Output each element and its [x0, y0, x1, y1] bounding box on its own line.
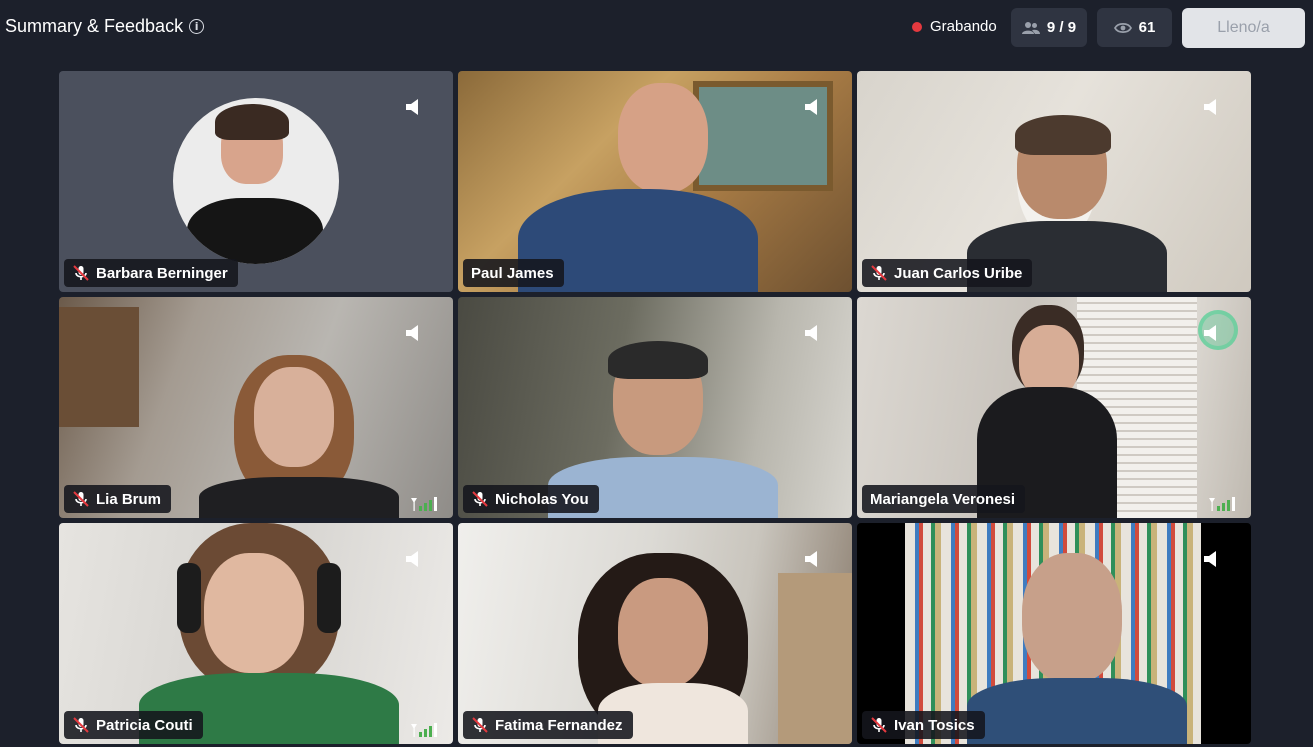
participant-name-tag: Nicholas You	[463, 485, 599, 513]
participants-button[interactable]: 9 / 9	[1011, 8, 1087, 47]
participant-name: Fatima Fernandez	[495, 716, 623, 734]
full-button[interactable]: Lleno/a	[1182, 8, 1305, 48]
speaker-icon[interactable]	[405, 324, 421, 342]
participant-name-tag: Juan Carlos Uribe	[862, 259, 1033, 287]
participant-tile[interactable]: Mariangela Veronesi	[857, 297, 1251, 518]
participant-name-tag: Mariangela Veronesi	[862, 485, 1026, 513]
meeting-title-text: Summary & Feedback	[5, 16, 184, 36]
participant-tile[interactable]: Fatima Fernandez	[458, 523, 852, 744]
viewers-button[interactable]: 61	[1097, 8, 1172, 47]
speaker-icon[interactable]	[1203, 550, 1219, 568]
participant-name-tag: Fatima Fernandez	[463, 711, 633, 739]
people-icon	[1021, 21, 1040, 34]
avatar	[173, 98, 339, 264]
speaker-icon[interactable]	[804, 98, 820, 116]
participant-tile[interactable]: Paul James	[458, 71, 852, 292]
participant-name: Lia Brum	[96, 490, 162, 508]
participant-tile[interactable]: Juan Carlos Uribe	[857, 71, 1251, 292]
participant-name: Paul James	[471, 264, 554, 282]
video-grid: Barbara Berninger Paul James Juan Carlos…	[59, 71, 1251, 744]
signal-strength-icon	[411, 723, 437, 737]
viewers-count: 61	[1138, 19, 1156, 36]
participants-count: 9 / 9	[1046, 19, 1077, 36]
eye-icon	[1113, 22, 1132, 33]
mic-muted-icon	[871, 265, 887, 281]
recording-dot-icon	[912, 21, 922, 32]
participant-name: Barbara Berninger	[96, 264, 228, 282]
speaker-icon[interactable]	[405, 550, 421, 568]
recording-indicator: Grabando	[912, 18, 997, 35]
speaker-icon[interactable]	[1203, 98, 1219, 116]
participant-name-tag: Lia Brum	[64, 485, 172, 513]
recording-label: Grabando	[930, 18, 997, 35]
speaker-icon[interactable]	[804, 324, 820, 342]
participant-name: Patricia Couti	[96, 716, 193, 734]
mic-muted-icon	[472, 717, 488, 733]
speaker-icon[interactable]	[1203, 324, 1219, 342]
mic-muted-icon	[73, 265, 89, 281]
participant-name: Juan Carlos Uribe	[894, 264, 1023, 282]
participant-tile[interactable]: Ivan Tosics	[857, 523, 1251, 744]
mic-muted-icon	[73, 491, 89, 507]
participant-tile[interactable]: Lia Brum	[59, 297, 453, 518]
participant-name-tag: Barbara Berninger	[64, 259, 238, 287]
participant-name: Nicholas You	[495, 490, 589, 508]
participant-name-tag: Paul James	[463, 259, 564, 287]
mic-muted-icon	[871, 717, 887, 733]
signal-strength-icon	[1209, 497, 1235, 511]
info-icon[interactable]: i	[189, 19, 205, 34]
top-bar: Summary & Feedback i Grabando 9 / 9 61 L…	[0, 0, 1313, 56]
meeting-title: Summary & Feedback i	[5, 16, 205, 37]
participant-tile[interactable]: Patricia Couti	[59, 523, 453, 744]
mic-muted-icon	[472, 491, 488, 507]
mic-muted-icon	[73, 717, 89, 733]
speaker-icon[interactable]	[804, 550, 820, 568]
participant-name-tag: Patricia Couti	[64, 711, 203, 739]
participant-name: Ivan Tosics	[894, 716, 975, 734]
participant-tile[interactable]: Barbara Berninger	[59, 71, 453, 292]
signal-strength-icon	[411, 497, 437, 511]
participant-tile[interactable]: Nicholas You	[458, 297, 852, 518]
speaker-icon[interactable]	[405, 98, 421, 116]
participant-name: Mariangela Veronesi	[870, 490, 1016, 508]
participant-name-tag: Ivan Tosics	[862, 711, 985, 739]
